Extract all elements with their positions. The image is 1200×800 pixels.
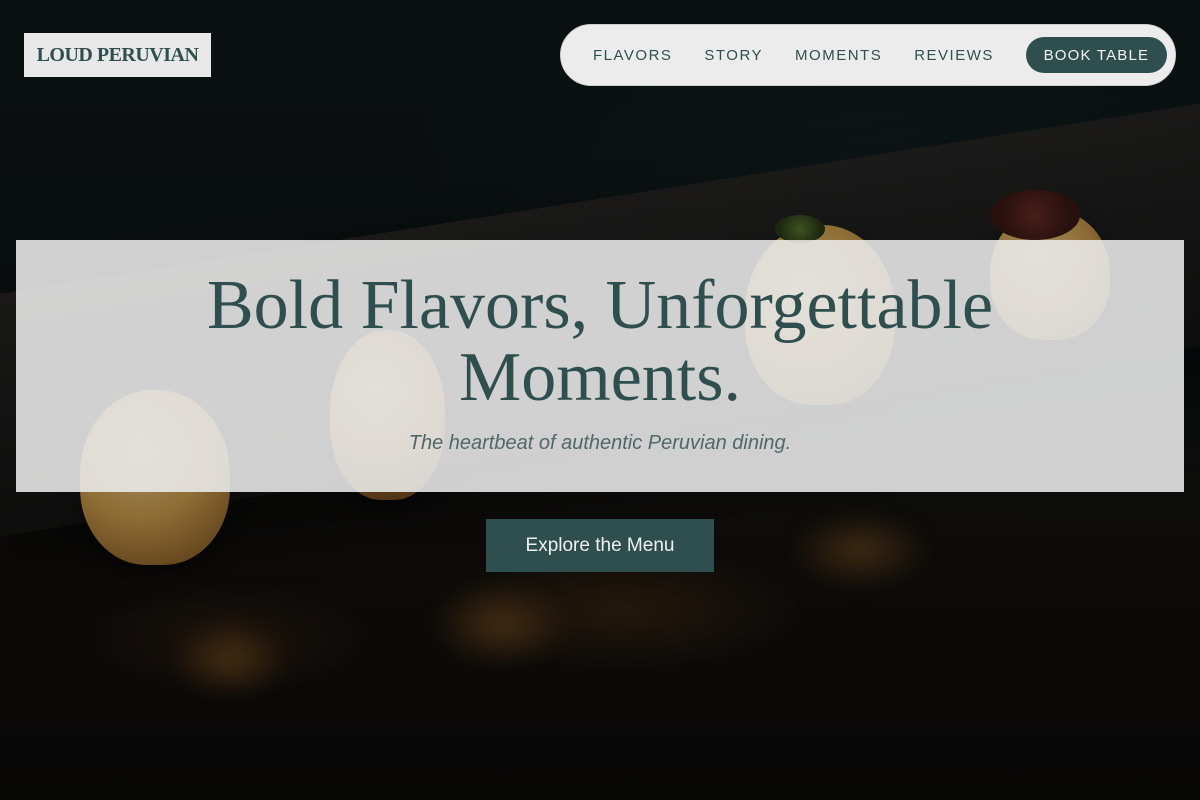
book-table-button[interactable]: BOOK TABLE [1025, 37, 1167, 73]
nav-link-flavors[interactable]: FLAVORS [593, 47, 672, 64]
hero-text-panel: Bold Flavors, Unforgettable Moments. The… [16, 240, 1184, 492]
main-nav: FLAVORS STORY MOMENTS REVIEWS BOOK TABLE [560, 24, 1176, 86]
brand-logo[interactable]: LOUD PERUVIAN [24, 33, 211, 77]
nav-link-reviews[interactable]: REVIEWS [914, 47, 994, 64]
explore-menu-button[interactable]: Explore the Menu [486, 519, 714, 572]
nav-link-story[interactable]: STORY [704, 47, 763, 64]
hero-section: LOUD PERUVIAN FLAVORS STORY MOMENTS REVI… [0, 0, 1200, 800]
nav-link-moments[interactable]: MOMENTS [795, 47, 882, 64]
hero-headline: Bold Flavors, Unforgettable Moments. [206, 267, 994, 416]
hero-tagline: The heartbeat of authentic Peruvian dini… [408, 432, 792, 454]
